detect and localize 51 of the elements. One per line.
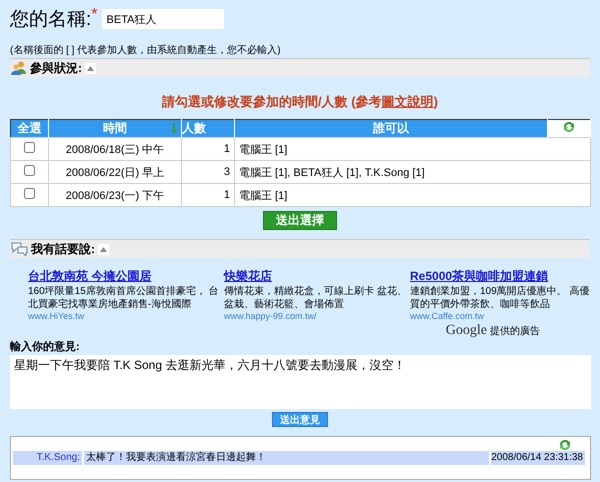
row-checkbox[interactable] [24, 142, 35, 153]
table-cell: 2008/06/23(一) 下午 [66, 190, 164, 202]
ads-brand: Google [446, 323, 487, 339]
submit-button[interactable]: 送出意見 [272, 412, 328, 427]
ad-text: 160坪限量15席敦南首席公園首排豪宅， 台北買豪宅找專業房地產銷售-海悅國際 [28, 285, 220, 311]
refresh-button[interactable] [558, 439, 572, 451]
table-cell: 3 [224, 166, 230, 178]
submit-button[interactable]: 送出選擇 [263, 211, 337, 230]
ad-link[interactable]: Re5000茶與咖啡加盟連鎖 [410, 268, 590, 285]
name-note: (名稱後面的 [ ] 代表參加人數，由系統自動產生，您不必輸入) [10, 44, 282, 57]
table-cell: 電腦王 [1] [239, 190, 288, 202]
message-text: 太棒了！我要表演邊看涼宮春日邊起舞！ [84, 451, 489, 465]
people-icon [11, 61, 27, 75]
speech-bubbles-icon [11, 242, 28, 256]
ad-url[interactable]: www.Caffe.com.tw [410, 311, 590, 321]
comment-field[interactable]: 星期一下午我要陪 T.K Song 去逛新光華，六月十八號要去動漫展，沒空！ [10, 355, 591, 409]
message-author: T.K.Song: [13, 451, 82, 465]
help-link[interactable]: 圖文說明 [382, 94, 434, 109]
section-title: 我有話要說: [31, 240, 95, 258]
ad-url[interactable]: www.HiYes.tw [28, 311, 222, 321]
ad-text: 傳情花束，精緻花盒，可線上刷卡 盆花、盆栽、藝術花籃、會場佈置 [224, 285, 408, 311]
column-header[interactable]: 時間 [103, 120, 127, 137]
ad-link[interactable]: 台北敦南苑 今擁公園居 [28, 268, 222, 285]
ad-link[interactable]: 快樂花店 [224, 268, 408, 285]
required-mark: * [91, 6, 98, 24]
collapse-toggle[interactable] [85, 62, 96, 74]
collapse-icon [100, 246, 107, 252]
column-header[interactable]: 誰可以 [373, 120, 409, 137]
collapse-toggle[interactable] [98, 244, 109, 254]
row-checkbox[interactable] [24, 188, 35, 199]
table-cell: 2008/06/22(日) 早上 [66, 166, 164, 178]
name-label: 您的名稱: [10, 8, 92, 32]
name-field[interactable]: BETA狂人 [102, 9, 224, 29]
ad-text: 連鎖創業加盟，109萬開店優惠中。 高優質的平價外帶茶飲、咖啡等飲品 [410, 285, 590, 311]
instruction-text: 請勾選或修改要參加的時間/人數 (參考圖文說明) [160, 93, 439, 111]
refresh-icon [562, 121, 576, 133]
message-time: 2008/06/14 23:31:38 [491, 451, 585, 465]
table-cell: 1 [224, 143, 230, 155]
input-label: 輸入你的意見: [10, 340, 81, 354]
collapse-icon [87, 66, 94, 70]
table-cell: 電腦王 [1], BETA狂人 [1], T.K.Song [1] [239, 166, 425, 178]
ad-url[interactable]: www.happy-99.com.tw/ [224, 311, 408, 321]
section-title: 參與狀況: [30, 60, 82, 76]
table-cell: 1 [224, 189, 230, 201]
row-checkbox[interactable] [24, 165, 35, 176]
table-cell: 電腦王 [1] [239, 144, 288, 156]
ads-credit: 提供的廣告 [490, 324, 540, 338]
refresh-icon [558, 439, 572, 451]
sort-arrow-icon [171, 123, 177, 134]
refresh-button[interactable] [562, 121, 576, 133]
table-cell: 2008/06/18(三) 中午 [66, 144, 164, 156]
